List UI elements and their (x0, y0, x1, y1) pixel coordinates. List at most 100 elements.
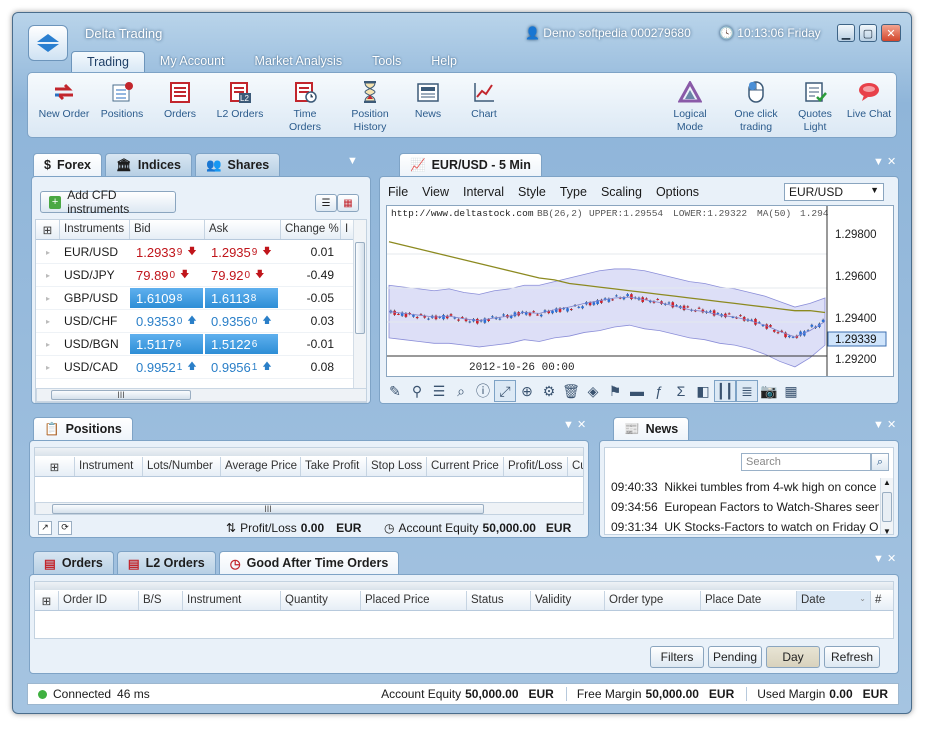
positions-hscroll-thumb[interactable]: III (52, 504, 484, 514)
one-click-trading-button[interactable]: One click trading (732, 79, 780, 134)
news-vscroll[interactable]: ▲ ▼ (880, 478, 893, 534)
col-change[interactable]: Change % (281, 220, 341, 239)
row-expand-icon[interactable]: ▸ (36, 311, 60, 331)
chart-menu-style[interactable]: Style (518, 185, 546, 199)
menu-trading[interactable]: Trading (71, 51, 145, 73)
tab-positions[interactable]: 📋 Positions (33, 417, 133, 440)
quotes-light-button[interactable]: Quotes Light (792, 79, 838, 134)
forex-row[interactable]: ▸ USD/CAD 0.9952 1 🡅 0.9956 1 🡅 0.08 (36, 356, 354, 379)
col-hash[interactable]: # (871, 591, 893, 610)
positions-panel-controls-icon[interactable]: ▼ ✕ (563, 418, 586, 431)
chart-link-icon[interactable]: ↗ (38, 521, 52, 535)
market-panel-menu-icon[interactable]: ▼ (347, 155, 358, 167)
ask-cell[interactable]: 1.5122 6 (205, 334, 278, 354)
paint-bucket-icon[interactable]: ◈ (582, 380, 604, 402)
positions-hscroll[interactable]: III (35, 502, 583, 514)
col-ask[interactable]: Ask (205, 220, 281, 239)
ask-cell[interactable]: 1.6113 8 (205, 288, 278, 308)
row-expand-icon[interactable]: ▸ (36, 288, 60, 308)
symbol-select[interactable]: EUR/USD ▼ (784, 183, 884, 201)
menu-tools[interactable]: Tools (357, 51, 416, 73)
news-item[interactable]: 09:40:33 Nikkei tumbles from 4-wk high o… (611, 480, 879, 494)
sigma-icon[interactable]: Σ (670, 380, 692, 402)
bid-cell[interactable]: 79.89 0 🡇 (130, 265, 203, 285)
col-pos-stop-loss[interactable]: Stop Loss (367, 457, 427, 476)
bid-cell[interactable]: 0.9952 1 🡅 (130, 357, 203, 377)
function-icon[interactable]: ƒ (648, 380, 670, 402)
ask-cell[interactable]: 0.9956 1 🡅 (205, 357, 278, 377)
settings-list-icon[interactable]: ⚙ (538, 380, 560, 402)
tab-chart-eurusd[interactable]: 📈 EUR/USD - 5 Min (399, 153, 542, 176)
day-button[interactable]: Day (766, 646, 820, 668)
col-pos-profit-loss[interactable]: Profit/Loss (504, 457, 568, 476)
col-status[interactable]: Status (467, 591, 531, 610)
close-button[interactable]: ✕ (881, 24, 901, 42)
bid-cell[interactable]: 1.6109 8 (130, 288, 203, 308)
forex-hscroll[interactable]: III (36, 388, 366, 402)
col-pos-current-price[interactable]: Current Price (427, 457, 504, 476)
col-validity[interactable]: Validity (531, 591, 605, 610)
trash-icon[interactable]: 🗑 (560, 380, 582, 402)
chart-menu-scaling[interactable]: Scaling (601, 185, 642, 199)
orders-panel-controls-icon[interactable]: ▼ ✕ (873, 552, 896, 565)
col-ord-instrument[interactable]: Instrument (183, 591, 281, 610)
positions-column-chooser-icon[interactable]: ⊞ (35, 457, 75, 476)
live-chat-button[interactable]: Live Chat (846, 79, 892, 121)
pencil-icon[interactable]: ✎ (384, 380, 406, 402)
window-icon[interactable]: ▬ (626, 380, 648, 402)
col-placed-price[interactable]: Placed Price (361, 591, 467, 610)
ask-cell[interactable]: 0.9356 0 🡅 (205, 311, 278, 331)
col-bs[interactable]: B/S (139, 591, 183, 610)
col-order-id[interactable]: Order ID (59, 591, 139, 610)
chart-menu-type[interactable]: Type (560, 185, 587, 199)
forex-row[interactable]: ▸ EUR/USD 1.2933 9 🡇 1.2935 9 🡇 0.01 (36, 241, 354, 264)
col-pos-instrument[interactable]: Instrument (75, 457, 143, 476)
list-icon[interactable]: ☰ (428, 380, 450, 402)
camera-icon[interactable]: 📷 (758, 380, 780, 402)
bid-cell[interactable]: 1.2933 9 🡇 (130, 242, 203, 262)
col-place-date[interactable]: Place Date (701, 591, 797, 610)
news-button[interactable]: News (410, 79, 446, 121)
news-panel-controls-icon[interactable]: ▼ ✕ (873, 418, 896, 431)
menu-help[interactable]: Help (416, 51, 472, 73)
col-bid[interactable]: Bid (130, 220, 205, 239)
forex-row[interactable]: ▸ USD/CHF 0.9353 0 🡅 0.9356 0 🡅 0.03 (36, 310, 354, 333)
positions-button[interactable]: Positions (96, 79, 148, 121)
news-vscroll-thumb[interactable] (882, 492, 892, 522)
fit-icon[interactable]: ⤢ (494, 380, 516, 402)
scroll-up-icon[interactable]: ▲ (881, 478, 893, 487)
col-pos-take-profit[interactable]: Take Profit (301, 457, 367, 476)
l2-orders-button[interactable]: L2 L2 Orders (212, 79, 268, 121)
chart-menu-view[interactable]: View (422, 185, 449, 199)
col-order-type[interactable]: Order type (605, 591, 701, 610)
col-pos-currency[interactable]: Cu (568, 457, 583, 476)
orders-button[interactable]: Orders (158, 79, 202, 121)
minimize-button[interactable]: ▁ (837, 24, 855, 42)
tab-l2-orders[interactable]: ▤ L2 Orders (116, 551, 216, 574)
col-date[interactable]: Date ⌄ (797, 591, 871, 610)
orders-column-chooser-icon[interactable]: ⊞ (35, 591, 59, 610)
menu-my-account[interactable]: My Account (145, 51, 240, 73)
forex-hscroll-thumb[interactable]: III (51, 390, 191, 400)
bars-icon[interactable]: ┃┃ (714, 380, 736, 402)
calendar-icon[interactable]: ▦ (780, 380, 802, 402)
pending-button[interactable]: Pending (708, 646, 762, 668)
chart-menu-interval[interactable]: Interval (463, 185, 504, 199)
filters-button[interactable]: Filters (650, 646, 704, 668)
chart-menu-file[interactable]: File (388, 185, 408, 199)
col-pos-average-price[interactable]: Average Price (221, 457, 301, 476)
tab-news[interactable]: 📰 News (613, 417, 690, 440)
tab-indices[interactable]: 🏛 Indices (105, 153, 192, 176)
column-chooser-icon[interactable]: ⊞ (36, 220, 60, 239)
tile-view-icon[interactable]: ▦ (337, 194, 359, 212)
bid-cell[interactable]: 1.5117 6 (130, 334, 203, 354)
tab-good-after-time-orders[interactable]: ◷ Good After Time Orders (218, 551, 400, 574)
compare-icon[interactable]: ◧ (692, 380, 714, 402)
flag-icon[interactable]: ⚑ (604, 380, 626, 402)
row-expand-icon[interactable]: ▸ (36, 242, 60, 262)
info-icon[interactable]: ⓘ (472, 380, 494, 402)
forex-row[interactable]: ▸ GBP/USD 1.6109 8 1.6113 8 -0.05 (36, 287, 354, 310)
position-history-button[interactable]: Position History (346, 79, 394, 134)
crosshair-icon[interactable]: ⊕ (516, 380, 538, 402)
tab-forex[interactable]: $ Forex (33, 153, 102, 176)
